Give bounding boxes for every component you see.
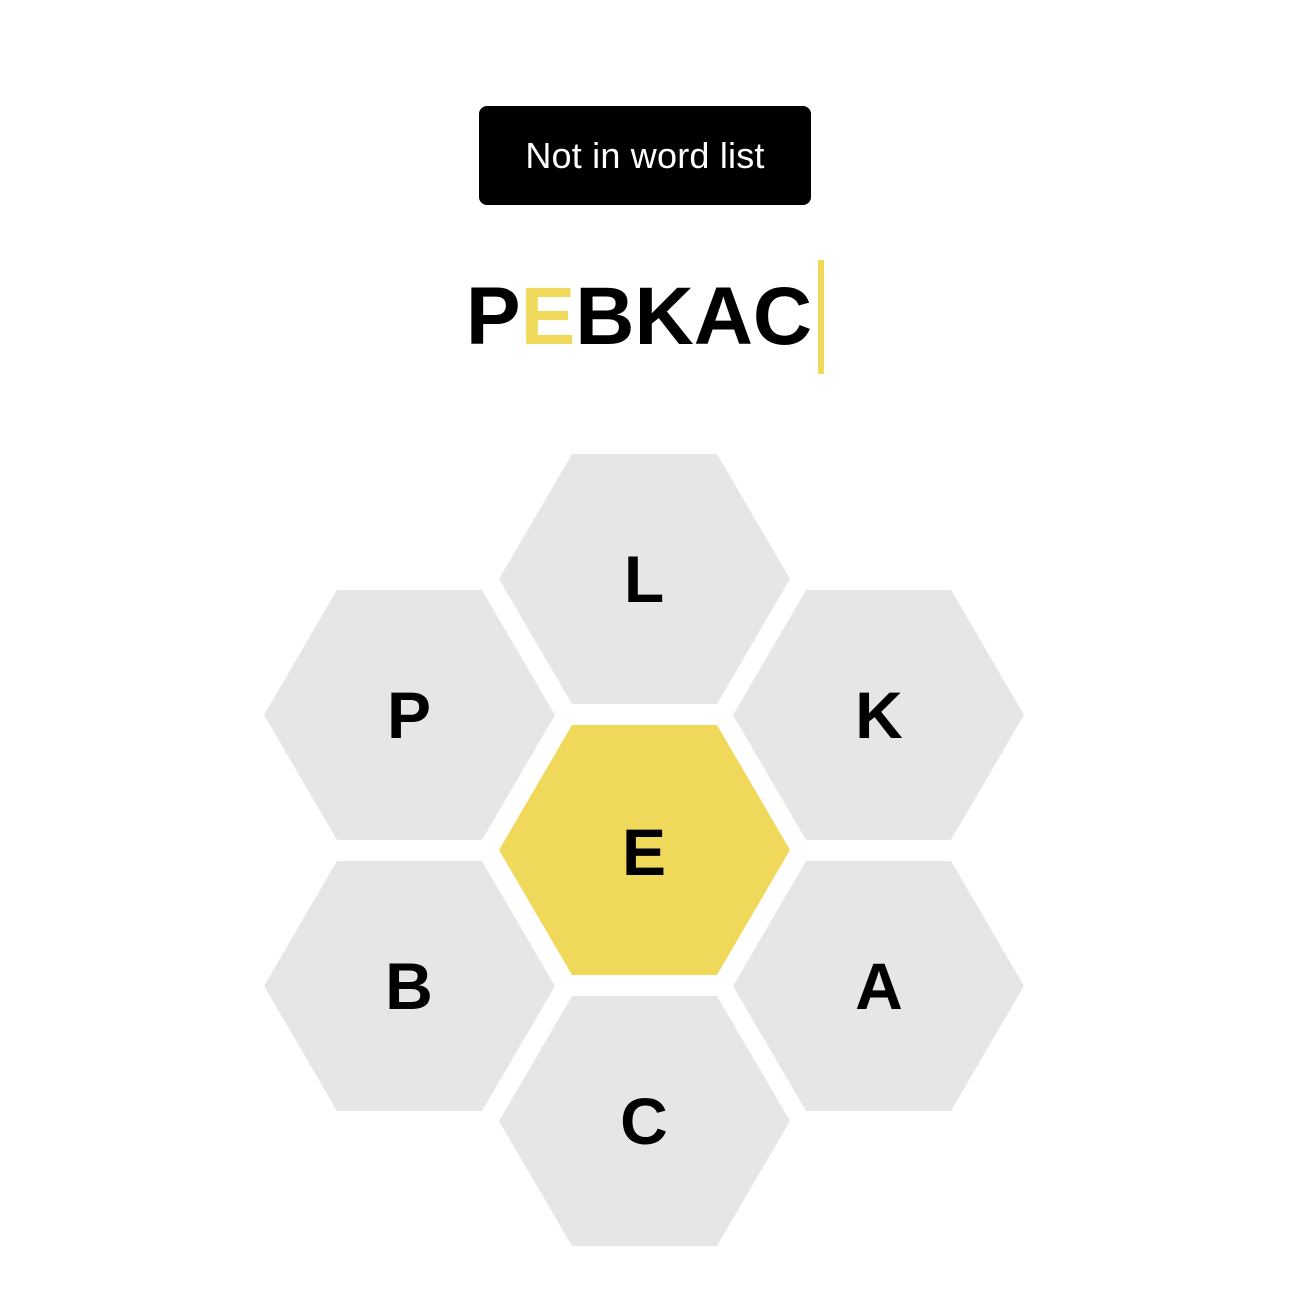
hive-cell-upper-right[interactable]: K (733, 590, 1024, 840)
hive-cell-bottom-letter: C (620, 1084, 668, 1158)
hive-cell-lower-left[interactable]: B (264, 861, 555, 1111)
hive-cell-top[interactable]: L (499, 454, 790, 704)
hive-cell-bottom[interactable]: C (499, 996, 790, 1246)
hive-cell-lower-right[interactable]: A (733, 861, 1024, 1111)
hive-cell-center-letter: E (622, 815, 666, 889)
letter-hive: L P K E B A C (0, 0, 1290, 1290)
hive-cell-lower-right-letter: A (855, 949, 903, 1023)
hive-cell-upper-left-letter: P (387, 678, 431, 752)
hive-cell-center[interactable]: E (499, 725, 790, 975)
hive-board: L P K E B A C (264, 454, 1024, 1246)
hive-cell-upper-left[interactable]: P (264, 590, 555, 840)
hive-cell-lower-left-letter: B (385, 949, 433, 1023)
hive-cell-upper-right-letter: K (855, 678, 903, 752)
hive-cell-top-letter: L (624, 542, 664, 616)
